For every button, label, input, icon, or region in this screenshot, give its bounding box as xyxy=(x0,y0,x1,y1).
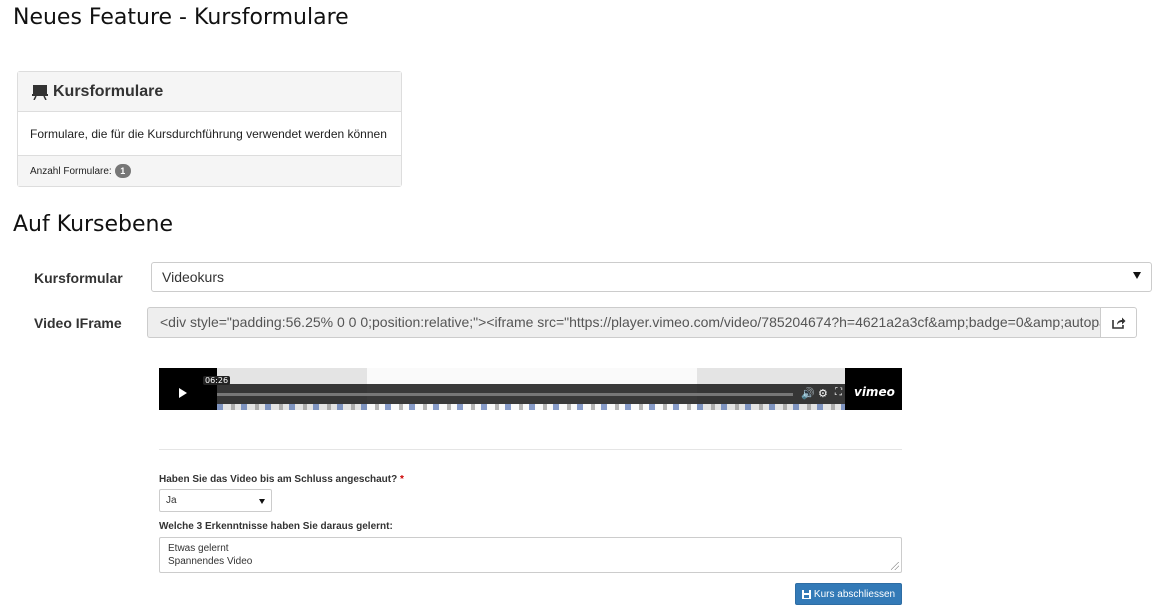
question-watched-video: Haben Sie das Video bis am Schluss anges… xyxy=(159,474,404,485)
save-icon xyxy=(801,589,811,599)
presentation-board-icon xyxy=(32,84,48,100)
video-iframe-label: Video IFrame xyxy=(34,315,122,331)
resize-handle[interactable] xyxy=(891,562,899,570)
textarea-line: Spannendes Video xyxy=(168,556,253,567)
kursformulare-panel: Kursformulare Formulare, die für die Kur… xyxy=(17,71,402,187)
video-progress-track[interactable] xyxy=(217,393,793,396)
kursformular-selected-value: Videokurs xyxy=(162,269,225,285)
form-count-badge: 1 xyxy=(114,164,131,178)
vimeo-logo: vimeo xyxy=(854,385,895,399)
course-form-preview: 06:26 🔊 ⚙ ⛶ vimeo Haben Sie das Video bi… xyxy=(150,350,910,612)
page-heading-feature: Neues Feature - Kursformulare xyxy=(13,5,349,30)
learnings-textarea[interactable]: Etwas gelernt Spannendes Video xyxy=(159,537,902,573)
form-count-label: Anzahl Formulare: xyxy=(30,165,112,177)
panel-header: Kursformulare xyxy=(18,72,401,112)
panel-title: Kursformulare xyxy=(53,82,164,100)
video-player[interactable]: 06:26 🔊 ⚙ ⛶ vimeo xyxy=(159,368,902,410)
video-time: 06:26 xyxy=(203,376,231,385)
panel-footer: Anzahl Formulare: 1 xyxy=(18,155,401,186)
question-learnings: Welche 3 Erkenntnisse haben Sie daraus g… xyxy=(159,521,393,532)
finish-course-button[interactable]: Kurs abschliessen xyxy=(795,583,902,605)
settings-icon[interactable]: ⚙ xyxy=(818,387,828,400)
play-icon[interactable] xyxy=(179,388,187,398)
divider xyxy=(159,449,902,450)
watched-video-select[interactable]: Ja xyxy=(159,489,272,512)
required-marker: * xyxy=(400,474,404,485)
textarea-line: Etwas gelernt xyxy=(168,543,229,554)
panel-description: Formulare, die für die Kursdurchführung … xyxy=(30,126,387,141)
kursformular-label: Kursformular xyxy=(34,270,123,286)
share-icon xyxy=(1111,317,1125,329)
kursformular-select[interactable]: Videokurs xyxy=(151,262,1152,292)
watched-video-selected-value: Ja xyxy=(166,495,177,506)
volume-icon[interactable]: 🔊 xyxy=(801,387,815,400)
share-button[interactable] xyxy=(1100,307,1137,338)
caret-down-icon xyxy=(1133,272,1141,279)
page-heading-course-level: Auf Kursebene xyxy=(13,212,174,237)
video-iframe-field[interactable]: <div style="padding:56.25% 0 0 0;positio… xyxy=(147,307,1100,338)
caret-down-icon xyxy=(259,499,265,504)
fullscreen-icon[interactable]: ⛶ xyxy=(835,387,842,398)
